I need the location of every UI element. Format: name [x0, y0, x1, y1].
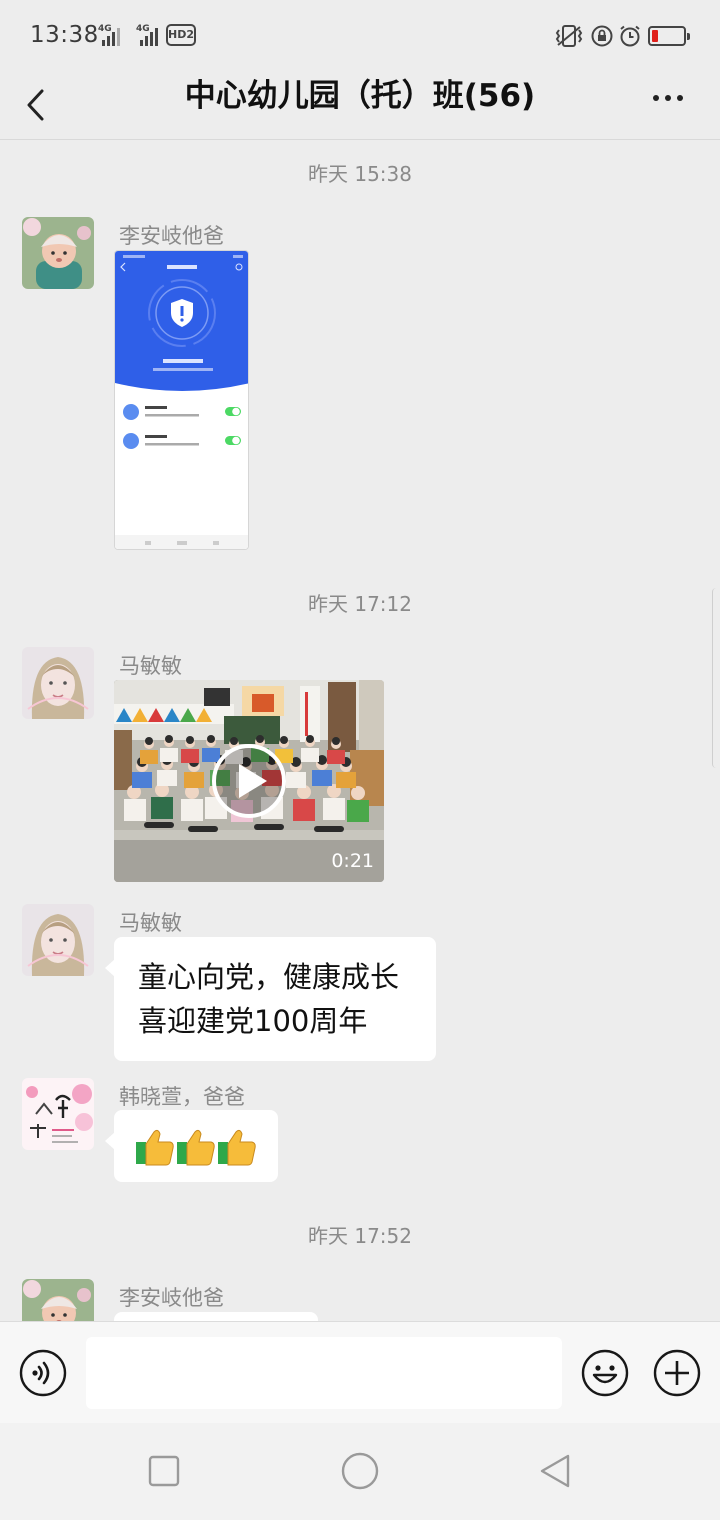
woman-avatar-image [22, 904, 94, 976]
battery-icon [648, 26, 690, 46]
sim2-signal-icon: 4G [136, 24, 160, 46]
text-message-bubble[interactable]: 童心向党，健康成长 喜迎建党100周年 [105, 937, 436, 1061]
input-bar [0, 1321, 720, 1423]
thumbs-up-icon [218, 1129, 256, 1166]
timestamp: 昨天 15:38 [308, 162, 412, 186]
chat-header: 中心幼儿园（托）班(56) [0, 70, 720, 140]
sim2-label: 4G [136, 24, 150, 34]
thumbs-up-icon [136, 1129, 174, 1166]
more-dots-icon [653, 95, 683, 101]
thumbs-up-emoji-row [136, 1129, 256, 1166]
battery-level-fill [652, 30, 658, 42]
voice-icon [19, 1349, 67, 1397]
emoji-icon [581, 1349, 629, 1397]
home-circle-icon [341, 1452, 379, 1490]
sim1-signal-icon: 4G [98, 24, 122, 46]
chat-message-list[interactable]: 昨天 15:38 李安岐他爸 昨天 17:12 马敏敏 0:21 马敏敏 童心向… [0, 141, 720, 1321]
avatar[interactable] [22, 904, 94, 976]
sender-name: 韩晓萱，爸爸 [119, 1085, 245, 1109]
baby-avatar-image [22, 1279, 94, 1321]
avatar[interactable] [22, 1279, 94, 1321]
message-input[interactable] [86, 1337, 562, 1409]
thumbs-up-icon [177, 1129, 215, 1166]
back-button[interactable] [18, 82, 58, 128]
more-button[interactable] [648, 86, 688, 116]
back-triangle-icon [540, 1454, 570, 1488]
voice-button[interactable] [19, 1349, 67, 1397]
avatar[interactable] [22, 647, 94, 719]
sender-name: 李安岐他爸 [119, 224, 224, 248]
text-message-bubble[interactable] [114, 1312, 318, 1321]
woman-avatar-image [22, 647, 94, 719]
emoji-button[interactable] [581, 1349, 629, 1397]
phone-screenshot-thumbnail [115, 251, 248, 549]
sender-name: 马敏敏 [119, 654, 182, 678]
baby-avatar-image [22, 217, 94, 289]
home-button[interactable] [338, 1449, 382, 1493]
sender-name: 马敏敏 [119, 911, 182, 935]
sim1-label: 4G [98, 24, 112, 34]
avatar[interactable] [22, 217, 94, 289]
message-line: 喜迎建党100周年 [138, 1004, 368, 1038]
wechat-group-chat-screen: 13:38 4G 4G HD2 中心幼儿园（托）班(56) 昨天 15:38 李… [0, 0, 720, 1520]
chat-title: 中心幼儿园（托）班(56) [184, 78, 536, 114]
scrollbar[interactable] [712, 588, 720, 768]
timestamp: 昨天 17:12 [308, 592, 412, 616]
status-bar: 13:38 4G 4G HD2 [0, 0, 720, 70]
recents-button[interactable] [144, 1451, 184, 1491]
video-duration: 0:21 [331, 850, 374, 872]
video-message[interactable]: 0:21 [114, 680, 384, 882]
system-back-button[interactable] [536, 1451, 576, 1491]
vibrate-icon [555, 25, 583, 47]
rotation-lock-icon [591, 25, 613, 47]
timestamp: 昨天 17:52 [308, 1224, 412, 1248]
status-time: 13:38 [30, 22, 99, 48]
more-functions-button[interactable] [653, 1349, 701, 1397]
recents-square-icon [148, 1455, 180, 1487]
system-navigation-bar [0, 1423, 720, 1520]
chevron-left-icon [27, 89, 44, 121]
hd-voice-icon: HD2 [166, 24, 196, 46]
avatar[interactable] [22, 1078, 94, 1150]
image-message[interactable] [114, 250, 249, 550]
alarm-icon [620, 25, 640, 47]
message-line: 童心向党，健康成长 [138, 960, 400, 994]
sender-name: 李安岐他爸 [119, 1286, 224, 1310]
plus-icon [653, 1349, 701, 1397]
name-card-avatar-image [22, 1078, 94, 1150]
emoji-message-bubble[interactable] [105, 1110, 278, 1182]
